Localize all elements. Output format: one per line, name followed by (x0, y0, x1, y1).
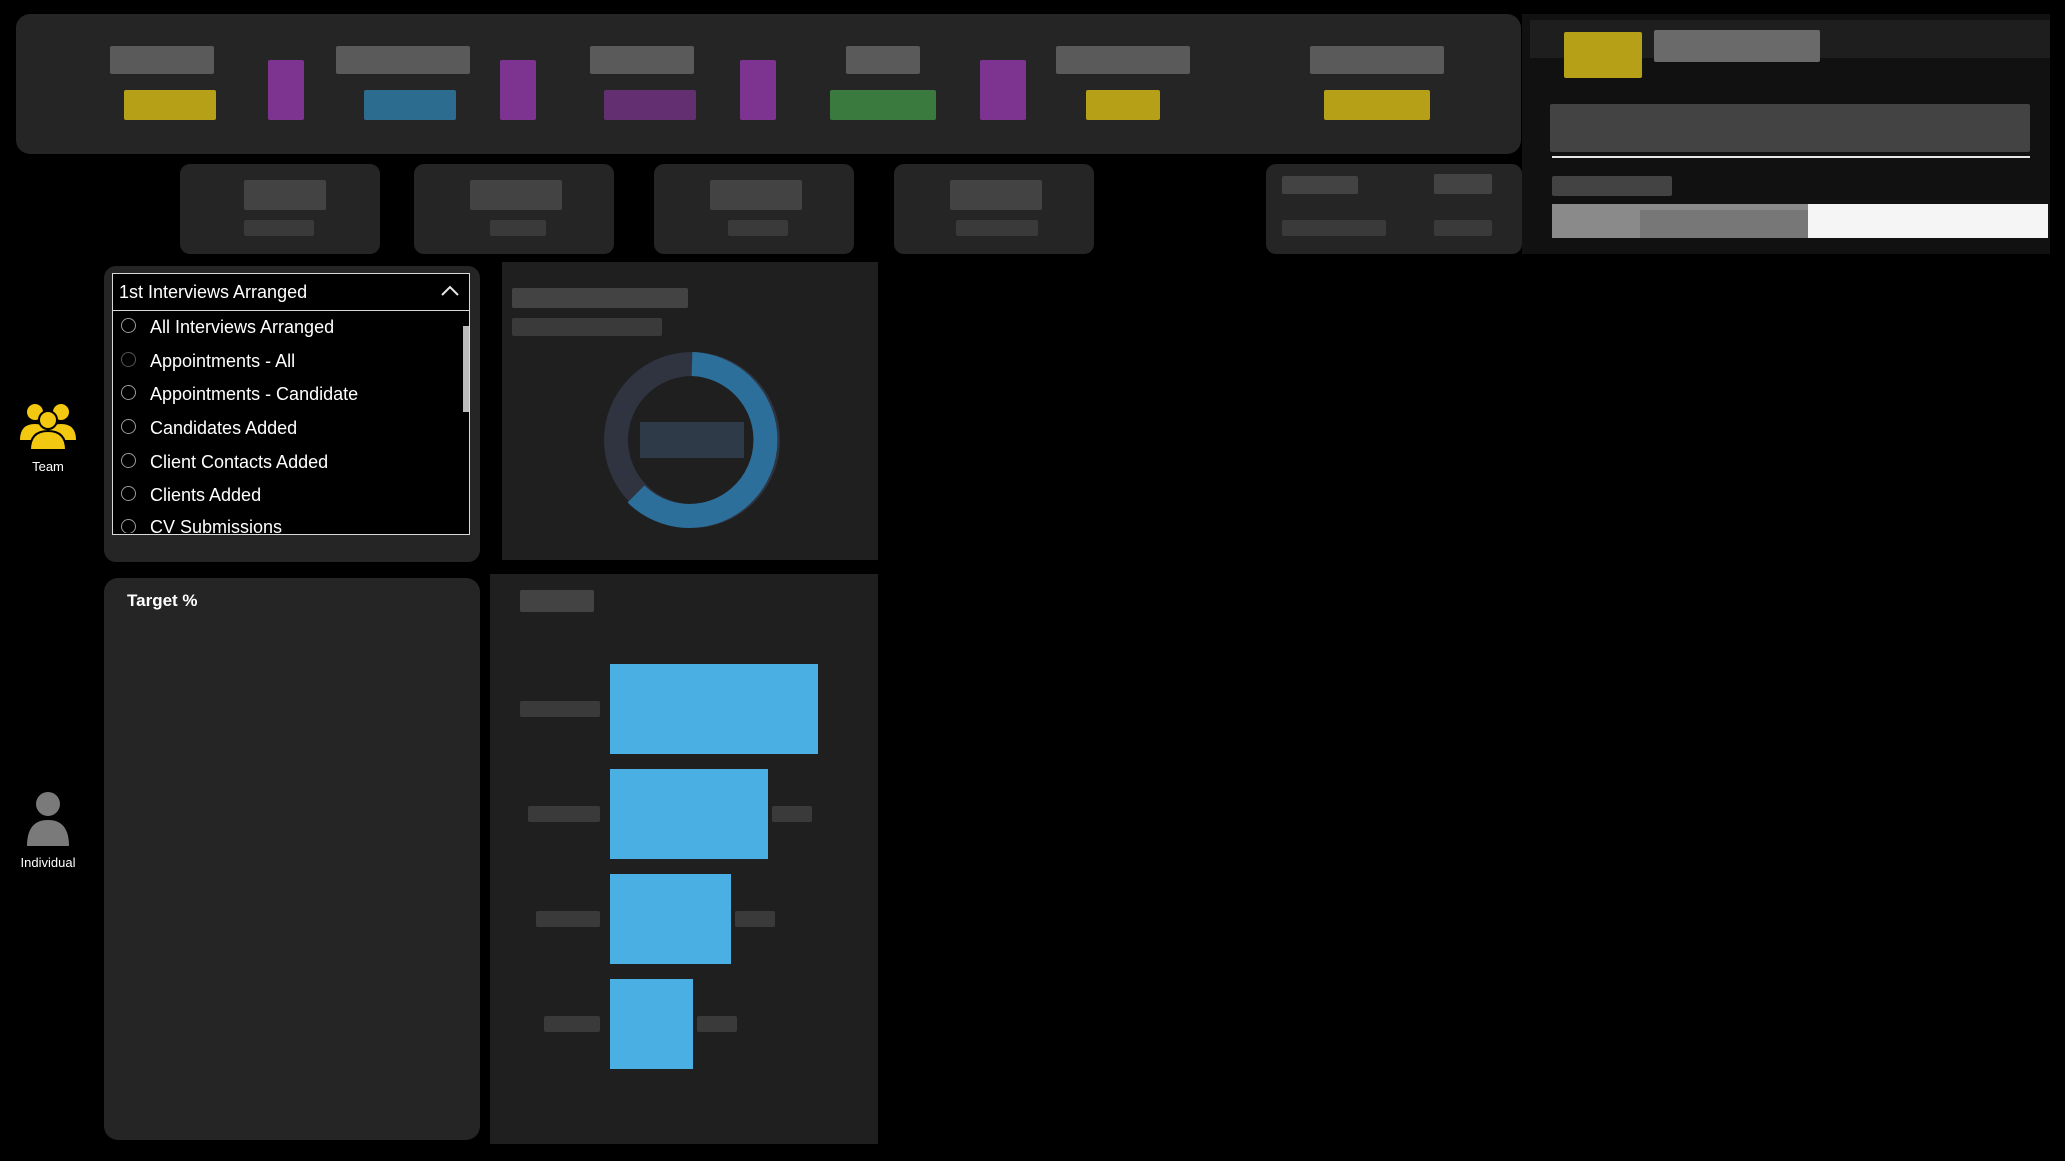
arrow-icon (980, 60, 1026, 120)
radio-icon[interactable] (121, 419, 136, 435)
dropdown-options-list: All Interviews Arranged Appointments - A… (113, 311, 469, 533)
bar[interactable] (610, 664, 818, 754)
radio-icon[interactable] (121, 351, 136, 367)
donut-title (512, 288, 688, 308)
donut-chart-card (502, 262, 878, 560)
bar-chart-card (490, 574, 878, 1144)
donut-chart (604, 352, 780, 528)
bar-category-label (520, 701, 600, 717)
dropdown-option[interactable]: Candidates Added (121, 412, 469, 446)
team-icon (20, 404, 76, 451)
progress-label (1552, 176, 1672, 196)
sub-kpi-1 (180, 164, 380, 254)
divider (1552, 156, 2030, 158)
bar-chart-title (520, 590, 594, 612)
kpi-4-title (846, 46, 920, 74)
bar-category-label (544, 1016, 600, 1032)
report-title (1654, 30, 1820, 62)
progress-bar-track-segment (1640, 210, 1808, 238)
bar-value-label (735, 911, 775, 927)
kpi-2-title (336, 46, 470, 74)
arrow-icon (268, 60, 304, 120)
dropdown-option[interactable]: Appointments - All (121, 345, 469, 379)
progress-bar-fill (1808, 204, 2048, 238)
kpi-6-value (1324, 90, 1430, 120)
arrow-icon (500, 60, 536, 120)
chevron-up-icon[interactable] (439, 280, 461, 302)
kpi-1-value (124, 90, 216, 120)
nav-individual-label: Individual (20, 855, 76, 870)
kpi-5-value (1086, 90, 1160, 120)
nav-individual[interactable]: Individual (0, 790, 96, 870)
radio-icon[interactable] (121, 385, 136, 401)
nav-team[interactable]: Team (0, 400, 96, 474)
dropdown-selected-value: 1st Interviews Arranged (119, 281, 308, 302)
dropdown-scrollbar[interactable] (463, 326, 469, 412)
target-percent-card: Target % (104, 578, 480, 1140)
radio-icon[interactable] (121, 486, 136, 502)
kpi-1-title (110, 46, 214, 74)
sub-kpi-2 (414, 164, 614, 254)
individual-icon (27, 792, 69, 846)
kpi-4-value (830, 90, 936, 120)
dropdown-option[interactable]: Client Contacts Added (121, 445, 469, 479)
donut-subtitle (512, 318, 662, 336)
sub-kpi-4 (894, 164, 1094, 254)
dropdown-header[interactable]: 1st Interviews Arranged (113, 274, 469, 311)
radio-icon[interactable] (121, 518, 136, 533)
card-title: Target % (127, 591, 198, 610)
arrow-icon (740, 60, 776, 120)
logo-icon (1564, 32, 1642, 78)
dropdown-option[interactable]: CV Submissions (121, 513, 469, 533)
metric-dropdown[interactable]: 1st Interviews Arranged All Interviews A… (112, 273, 470, 535)
kpi-2-value (364, 90, 456, 120)
nav-team-label: Team (32, 459, 64, 474)
bar-value-label (697, 1016, 737, 1032)
report-subtitle (1550, 104, 2030, 152)
bar-category-label (528, 806, 600, 822)
bar[interactable] (610, 769, 768, 859)
dropdown-option[interactable]: Clients Added (121, 479, 469, 513)
dropdown-option[interactable]: Appointments - Candidate (121, 378, 469, 412)
bar[interactable] (610, 874, 731, 964)
dropdown-option[interactable]: All Interviews Arranged (121, 311, 469, 345)
bar[interactable] (610, 979, 693, 1069)
bar-value-label (772, 806, 812, 822)
sub-kpi-3 (654, 164, 854, 254)
sub-kpi-5 (1266, 164, 1522, 254)
radio-icon[interactable] (121, 318, 136, 334)
kpi-3-title (590, 46, 694, 74)
bar-category-label (536, 911, 600, 927)
kpi-6-title (1310, 46, 1444, 74)
kpi-3-value (604, 90, 696, 120)
radio-icon[interactable] (121, 452, 136, 468)
kpi-5-title (1056, 46, 1190, 74)
